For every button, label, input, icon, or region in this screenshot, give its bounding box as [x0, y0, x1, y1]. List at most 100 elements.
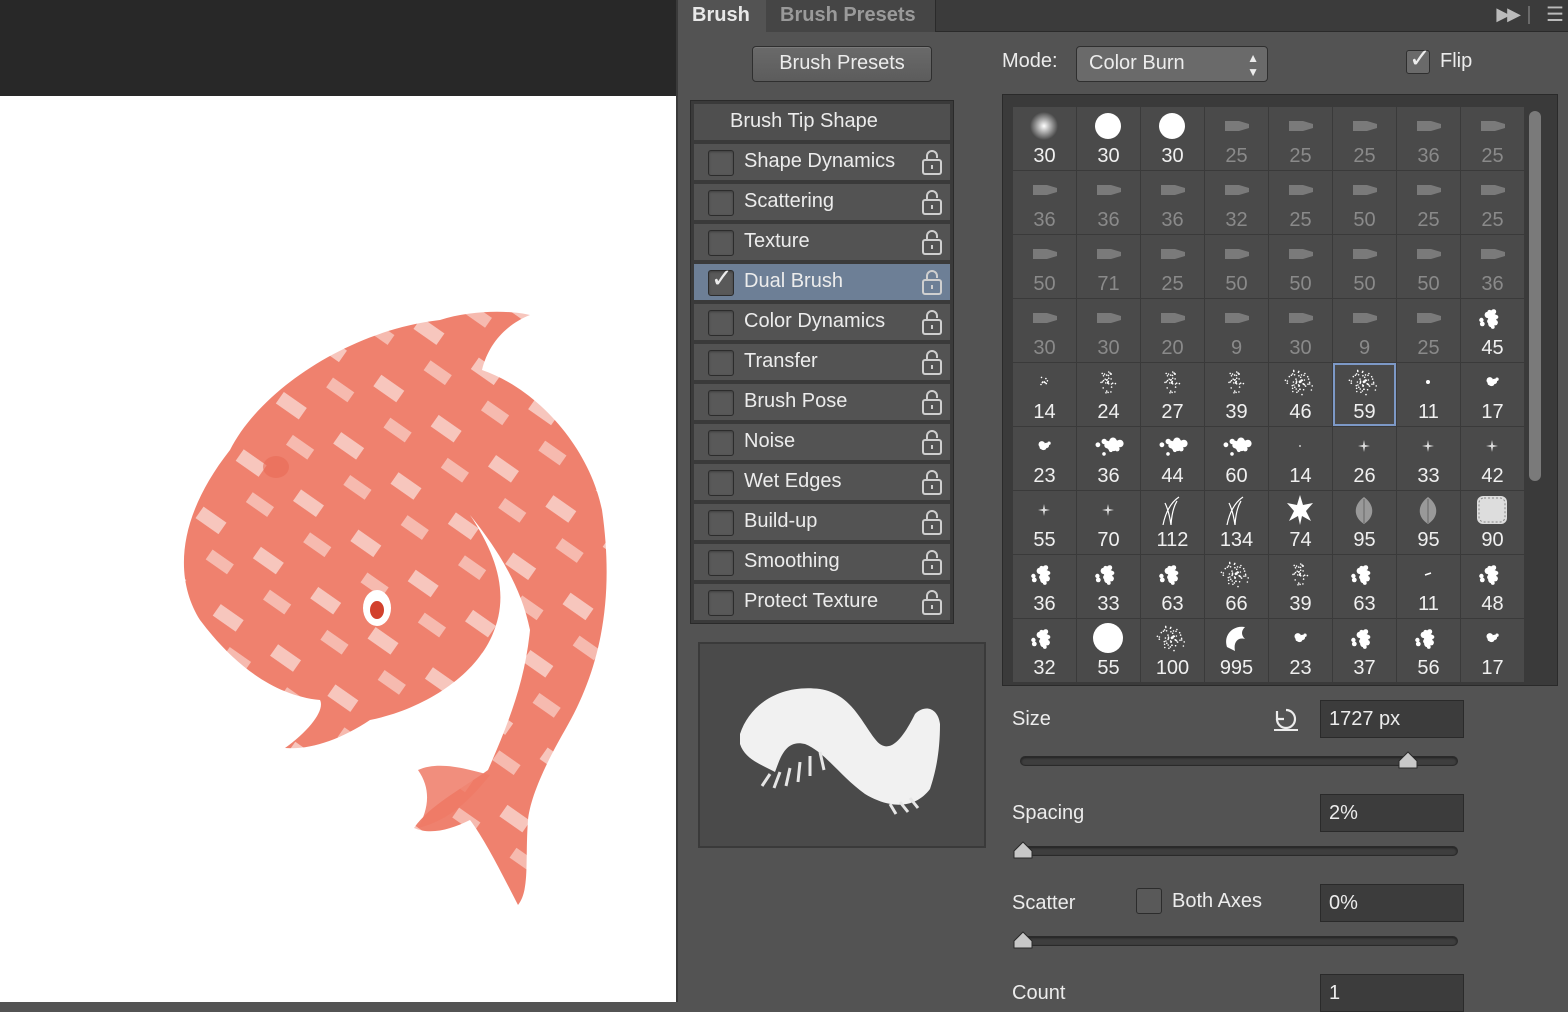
noise-checkbox[interactable] — [708, 430, 734, 456]
brush-tip-cell[interactable]: 25 — [1461, 107, 1524, 170]
option-scattering[interactable]: Scattering — [694, 184, 950, 220]
brush-tip-cell[interactable]: 55 — [1013, 491, 1076, 554]
brush-tip-cell[interactable]: 36 — [1461, 235, 1524, 298]
brush-tip-cell[interactable]: 36 — [1141, 171, 1204, 234]
brush-tip-cell[interactable]: 30 — [1077, 299, 1140, 362]
brush-tip-cell[interactable]: 39 — [1205, 363, 1268, 426]
dual-brush-checkbox[interactable]: ✓ — [708, 265, 734, 296]
brush-tip-cell[interactable]: 14 — [1013, 363, 1076, 426]
brush-tip-cell[interactable]: 45 — [1461, 299, 1524, 362]
option-dual-brush[interactable]: ✓ Dual Brush — [694, 264, 950, 300]
brush-tip-cell[interactable]: 42 — [1461, 427, 1524, 490]
brush-tip-cell[interactable]: 36 — [1013, 171, 1076, 234]
both-axes-checkbox[interactable] — [1136, 888, 1162, 914]
brush-tip-cell[interactable]: 9 — [1333, 299, 1396, 362]
flip-checkbox[interactable]: ✓ — [1406, 45, 1431, 74]
brush-tip-cell[interactable]: 95 — [1397, 491, 1460, 554]
scatter-input[interactable]: 0% — [1320, 884, 1464, 922]
size-slider[interactable] — [1020, 751, 1458, 769]
brush-tip-cell[interactable]: 50 — [1333, 171, 1396, 234]
brush-tip-cell[interactable]: 36 — [1013, 555, 1076, 618]
lock-icon[interactable] — [922, 189, 942, 215]
brush-tip-cell[interactable]: 30 — [1141, 107, 1204, 170]
brush-tip-cell[interactable]: 56 — [1397, 619, 1460, 682]
lock-icon[interactable] — [922, 149, 942, 175]
brush-tip-cell[interactable]: 134 — [1205, 491, 1268, 554]
brush-tip-cell[interactable]: 25 — [1269, 171, 1332, 234]
brush-tip-cell[interactable]: 39 — [1269, 555, 1332, 618]
brush-tip-cell[interactable]: 59 — [1333, 363, 1396, 426]
spacing-slider[interactable] — [1013, 841, 1458, 859]
lock-icon[interactable] — [922, 349, 942, 375]
brush-tip-cell[interactable]: 70 — [1077, 491, 1140, 554]
brush-tip-cell[interactable]: 20 — [1141, 299, 1204, 362]
brush-tip-cell[interactable]: 30 — [1269, 299, 1332, 362]
brush-tip-cell[interactable]: 63 — [1333, 555, 1396, 618]
brush-tip-cell[interactable]: 50 — [1269, 235, 1332, 298]
brush-tip-cell[interactable]: 36 — [1397, 107, 1460, 170]
brush-tip-cell[interactable]: 33 — [1397, 427, 1460, 490]
brush-tip-cell[interactable]: 36 — [1077, 427, 1140, 490]
texture-checkbox[interactable] — [708, 230, 734, 256]
brush-tip-cell[interactable]: 32 — [1205, 171, 1268, 234]
brush-tip-cell[interactable]: 30 — [1077, 107, 1140, 170]
option-smoothing[interactable]: Smoothing — [694, 544, 950, 580]
document-canvas[interactable] — [0, 0, 676, 1002]
brush-tip-cell[interactable]: 24 — [1077, 363, 1140, 426]
count-input[interactable]: 1 — [1320, 974, 1464, 1012]
smoothing-checkbox[interactable] — [708, 550, 734, 576]
brush-tip-cell[interactable]: 37 — [1333, 619, 1396, 682]
brush-tip-cell[interactable]: 63 — [1141, 555, 1204, 618]
brush-tip-cell[interactable]: 17 — [1461, 619, 1524, 682]
brush-tip-cell[interactable]: 995 — [1205, 619, 1268, 682]
brush-tip-cell[interactable]: 25 — [1333, 107, 1396, 170]
lock-icon[interactable] — [922, 389, 942, 415]
reset-size-icon[interactable] — [1272, 706, 1300, 732]
brush-tip-cell[interactable]: 30 — [1013, 107, 1076, 170]
lock-icon[interactable] — [922, 229, 942, 255]
brush-tip-cell[interactable]: 55 — [1077, 619, 1140, 682]
size-input[interactable]: 1727 px — [1320, 700, 1464, 738]
brush-tip-cell[interactable]: 25 — [1269, 107, 1332, 170]
brush-tip-cell[interactable]: 60 — [1205, 427, 1268, 490]
brush-tip-cell[interactable]: 50 — [1013, 235, 1076, 298]
brush-tip-cell[interactable]: 23 — [1013, 427, 1076, 490]
brush-tip-cell[interactable]: 9 — [1205, 299, 1268, 362]
brush-tip-cell[interactable]: 17 — [1461, 363, 1524, 426]
transfer-checkbox[interactable] — [708, 350, 734, 376]
option-protect-texture[interactable]: Protect Texture — [694, 584, 950, 620]
brush-tip-cell[interactable]: 11 — [1397, 363, 1460, 426]
brush-tip-cell[interactable]: 23 — [1269, 619, 1332, 682]
lock-icon[interactable] — [922, 469, 942, 495]
brush-tip-cell[interactable]: 44 — [1141, 427, 1204, 490]
scattering-checkbox[interactable] — [708, 190, 734, 216]
lock-icon[interactable] — [922, 509, 942, 535]
brush-tip-cell[interactable]: 33 — [1077, 555, 1140, 618]
brush-tip-cell[interactable]: 25 — [1141, 235, 1204, 298]
grid-scrollbar[interactable] — [1529, 111, 1541, 481]
brush-tip-cell[interactable]: 66 — [1205, 555, 1268, 618]
lock-icon[interactable] — [922, 429, 942, 455]
tab-brush-presets[interactable]: Brush Presets — [766, 0, 936, 32]
lock-icon[interactable] — [922, 269, 942, 295]
brush-tip-cell[interactable]: 27 — [1141, 363, 1204, 426]
brush-tip-cell[interactable]: 26 — [1333, 427, 1396, 490]
brush-tip-cell[interactable]: 32 — [1013, 619, 1076, 682]
collapse-panel-icon[interactable]: ▶▶ — [1496, 4, 1521, 25]
shape-dynamics-checkbox[interactable] — [708, 150, 734, 176]
brush-tip-cell[interactable]: 50 — [1397, 235, 1460, 298]
brush-presets-button[interactable]: Brush Presets — [752, 46, 932, 82]
option-shape-dynamics[interactable]: Shape Dynamics — [694, 144, 950, 180]
brush-tip-cell[interactable]: 112 — [1141, 491, 1204, 554]
protect-texture-checkbox[interactable] — [708, 590, 734, 616]
brush-tip-cell[interactable]: 25 — [1397, 299, 1460, 362]
option-noise[interactable]: Noise — [694, 424, 950, 460]
brush-tip-cell[interactable]: 25 — [1205, 107, 1268, 170]
brush-tip-cell[interactable]: 71 — [1077, 235, 1140, 298]
panel-menu-icon[interactable]: ☰ — [1546, 2, 1564, 27]
lock-icon[interactable] — [922, 309, 942, 335]
brush-tip-cell[interactable]: 46 — [1269, 363, 1332, 426]
option-wet-edges[interactable]: Wet Edges — [694, 464, 950, 500]
build-up-checkbox[interactable] — [708, 510, 734, 536]
mode-dropdown[interactable]: Color Burn ▲ ▼ — [1076, 46, 1268, 82]
